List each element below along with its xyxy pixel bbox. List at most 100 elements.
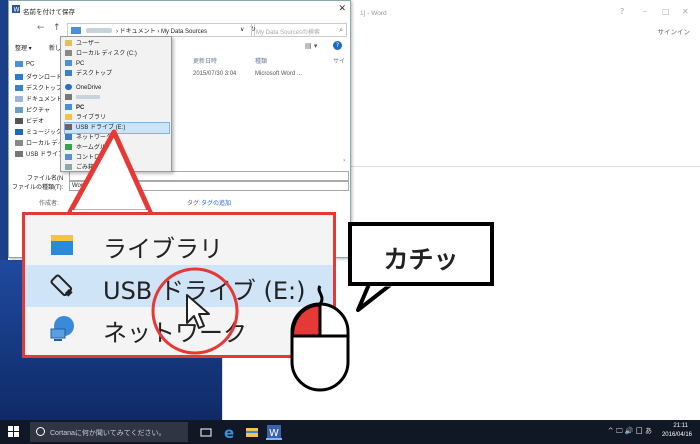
nav-item-documents[interactable]: ドキュメント [15,94,62,103]
blurred-username [86,28,112,33]
document-icon [15,96,23,103]
word-minimize-button[interactable]: – [643,7,647,16]
dropdown-item-desktop[interactable]: デスクトップ [65,69,169,79]
blurred-username [76,95,100,100]
zoom-row-library: ライブラリ [25,223,333,265]
help-icon[interactable]: ? [333,41,342,50]
svg-text:W: W [14,7,20,14]
person-icon [65,94,72,101]
svg-text:e: e [224,424,234,440]
nav-item-pictures[interactable]: ピクチャ [15,105,50,114]
word-maximize-button[interactable]: □ [662,7,670,16]
nav-item-local-disk[interactable]: ローカル ディ [15,138,63,147]
edge-icon[interactable]: e [222,424,238,440]
dropdown-item-recycle-bin[interactable]: ごみ箱 [65,163,169,173]
control-panel-icon [65,154,72,161]
nav-item-usb[interactable]: USB ドライブ [15,149,64,158]
svg-text:W: W [269,428,279,439]
usb-drive-icon [65,124,72,131]
dropdown-item-homegroup[interactable]: ホームグル [65,143,169,153]
music-icon [15,129,23,136]
search-icon: ⌕ [339,26,343,34]
column-header-type[interactable]: 種類 [255,56,267,65]
address-bar[interactable]: › ドキュメント › My Data Sources ∨ ↻ [67,23,256,37]
library-icon [51,235,73,255]
folder-icon [71,27,81,34]
up-arrow-icon[interactable]: ↑ [53,23,61,33]
network-icon [50,316,74,341]
dropdown-item-library[interactable]: ライブラリ [65,113,169,123]
file-date: 2015/07/30 3:04 [193,71,237,77]
cortana-placeholder: Cortanaに何か聞いてみてください。 [50,430,166,437]
mouse-illustration [290,285,350,392]
column-header-date[interactable]: 更新日時 [193,56,217,65]
word-divider [350,166,700,167]
nav-item-music[interactable]: ミュージック [15,127,62,136]
dropdown-item-control-panel[interactable]: コントロ [65,153,169,163]
dialog-titlebar: W 名前を付けて保存 ✕ [9,1,350,19]
dropdown-item-pc-group[interactable]: PC [65,103,169,113]
dropdown-item-onedrive[interactable]: OneDrive [65,83,169,93]
speech-bubble-tail [356,282,396,312]
nav-item-pc[interactable]: PC [15,61,34,68]
cortana-icon [36,427,45,436]
view-options-icon[interactable]: ▤ ▾ [305,42,317,50]
mouse-cursor-icon [186,294,210,329]
back-arrow-icon[interactable]: ← [37,23,45,33]
word-app-icon: W [12,5,20,13]
organize-button[interactable]: 整理 ▾ [15,43,32,52]
dropdown-item-network[interactable]: ネットワーク [65,133,169,143]
word-help-button[interactable]: ? [620,7,624,16]
pc-icon [65,104,72,111]
system-tray[interactable]: ^ 🖵 🔊 囗 あ [608,426,652,436]
task-view-icon[interactable] [198,424,214,440]
column-header-size[interactable]: サイ [333,56,345,65]
network-icon [65,134,72,141]
nav-item-videos[interactable]: ビデオ [15,116,44,125]
disk-icon [65,50,72,57]
search-placeholder: My Data Sourcesの検索 [256,30,321,36]
recycle-bin-icon [65,164,72,171]
desktop-icon [15,85,23,92]
signin-link[interactable]: サインイン [658,26,691,36]
taskbar: Cortanaに何か聞いてみてください。 e W ^ 🖵 🔊 囗 あ 21:11… [0,420,700,444]
search-input[interactable]: My Data Sourcesの検索 ⌕ [251,23,347,37]
dropdown-item-usb-drive[interactable]: USB ドライブ (E:) [64,122,170,134]
filetype-label: ファイルの種類(T): [12,185,64,191]
picture-icon [15,107,23,114]
desktop-icon [65,70,72,77]
pc-icon [65,60,72,67]
dropdown-item-user-account[interactable] [65,93,169,103]
add-tag-link[interactable]: タグの追加 [201,198,231,207]
speech-bubble: カチッ [348,222,494,286]
close-icon[interactable]: ✕ [338,4,346,14]
homegroup-icon [65,144,72,151]
cortana-search-box[interactable]: Cortanaに何か聞いてみてください。 [30,422,188,442]
tag-label: タグ: [187,201,201,207]
dropdown-item-local-disk[interactable]: ローカル ディスク (C:) [65,49,169,59]
download-icon [15,74,23,81]
pc-icon [15,61,23,67]
filetype-select[interactable]: Word [69,181,349,191]
disk-icon [15,140,23,147]
windows-start-icon[interactable] [8,426,20,438]
scroll-right-icon[interactable]: › [343,157,345,164]
word-close-button[interactable]: ✕ [682,7,689,16]
clock-date[interactable]: 2016/04/16 [662,432,692,438]
click-sound-text: カチッ [383,245,459,274]
file-explorer-icon[interactable] [244,424,260,440]
word-title: 1] - Word [360,10,387,17]
usb-drive-icon [50,274,73,297]
dropdown-item-user[interactable]: ユーザー [65,39,169,49]
word-taskbar-icon[interactable]: W [266,424,282,440]
nav-item-desktop[interactable]: デスクトップ [15,83,62,92]
chevron-down-icon[interactable]: ∨ [240,26,244,33]
video-icon [15,118,23,125]
library-icon [65,114,72,121]
breadcrumb[interactable]: › ドキュメント › My Data Sources [116,26,207,35]
nav-item-downloads[interactable]: ダウンロード [15,72,62,81]
clock-time[interactable]: 21:11 [673,423,688,429]
user-folder-icon [65,40,72,47]
file-type: Microsoft Word ... [255,71,302,77]
dropdown-item-pc[interactable]: PC [65,59,169,69]
